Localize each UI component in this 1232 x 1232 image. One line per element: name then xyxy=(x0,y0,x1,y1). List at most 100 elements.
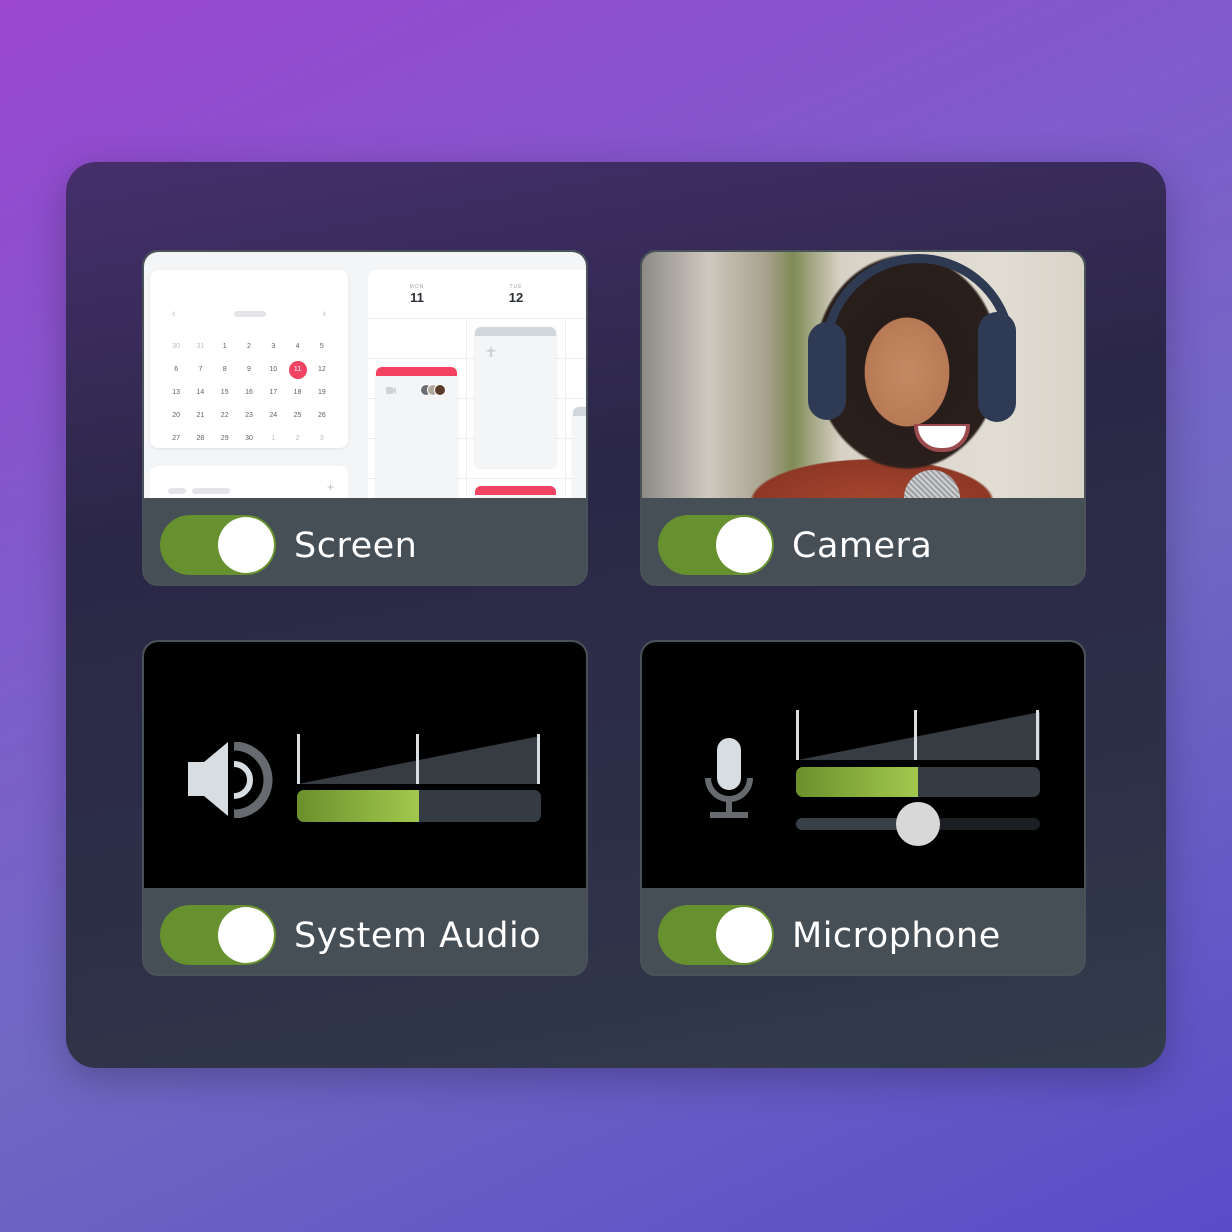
calendar-day[interactable]: 8 xyxy=(213,363,237,377)
smile xyxy=(914,424,970,452)
calendar-event[interactable] xyxy=(573,407,586,498)
calendar-day[interactable]: 10 xyxy=(261,363,285,377)
microphone-level-meter xyxy=(796,767,1040,797)
level-tick xyxy=(914,710,917,760)
toggle-knob[interactable] xyxy=(218,907,274,963)
toggle-knob[interactable] xyxy=(716,907,772,963)
calendar-day[interactable]: 5 xyxy=(310,340,334,354)
week-view: MON 11 TUE 12 xyxy=(368,270,586,498)
calendar-day[interactable]: 17 xyxy=(261,386,285,400)
calendar-day[interactable]: 26 xyxy=(310,409,334,423)
speaker-icon xyxy=(188,742,273,818)
slider-handle[interactable] xyxy=(896,802,940,846)
microphone-label: Microphone xyxy=(792,916,1001,956)
calendar-day[interactable]: 30 xyxy=(237,432,261,446)
headphone-cup xyxy=(978,312,1016,422)
camera-source-card: Camera xyxy=(640,250,1086,586)
calendar-grid: 30 31 1 2 3 4 5 6 7 8 9 10 11 12 13 14 15 16 17 18 19 20 21 22 2… xyxy=(164,340,334,446)
calendar-day[interactable]: 11 xyxy=(285,361,309,379)
calendar-day[interactable]: 21 xyxy=(188,409,212,423)
camera-toggle[interactable] xyxy=(658,515,774,575)
camera-feed-image xyxy=(642,252,1084,498)
screen-preview: ‹ › 30 31 1 2 3 4 5 6 7 8 9 10 11 12 13 14 15 16 17 18 19 20 2… xyxy=(144,252,586,498)
calendar-day[interactable]: 1 xyxy=(261,432,285,446)
calendar-day[interactable]: 3 xyxy=(310,432,334,446)
system-audio-toggle[interactable] xyxy=(160,905,276,965)
level-ramp xyxy=(798,712,1040,760)
placeholder-pill xyxy=(168,488,186,494)
calendar-day[interactable]: 12 xyxy=(310,363,334,377)
calendar-day[interactable]: 23 xyxy=(237,409,261,423)
microphone-footer: Microphone xyxy=(642,888,1084,974)
calendar-day[interactable]: 2 xyxy=(285,432,309,446)
microphone-toggle[interactable] xyxy=(658,905,774,965)
toggle-knob[interactable] xyxy=(716,517,772,573)
screen-label: Screen xyxy=(294,526,418,566)
calendar-day[interactable]: 13 xyxy=(164,386,188,400)
calendar-day[interactable]: 30 xyxy=(164,340,188,354)
calendar-day[interactable]: 1 xyxy=(213,340,237,354)
calendar-day[interactable]: 2 xyxy=(237,340,261,354)
calendar-day[interactable]: 4 xyxy=(285,340,309,354)
calendar-day[interactable]: 24 xyxy=(261,409,285,423)
microphone-icon xyxy=(705,738,753,818)
screen-toggle[interactable] xyxy=(160,515,276,575)
video-camera-icon xyxy=(386,387,396,394)
camera-preview xyxy=(642,252,1084,498)
level-tick xyxy=(1036,710,1039,760)
plus-icon[interactable]: + xyxy=(327,480,334,494)
calendar-event[interactable] xyxy=(475,486,556,498)
avatar xyxy=(434,384,446,396)
toggle-knob[interactable] xyxy=(218,517,274,573)
calendar-day[interactable]: 3 xyxy=(261,340,285,354)
microphone-source-card: Microphone xyxy=(640,640,1086,976)
headphone-cup xyxy=(808,322,846,420)
calendar-day[interactable]: 15 xyxy=(213,386,237,400)
grid-line xyxy=(565,318,566,498)
calendar-list-card: + xyxy=(150,466,348,498)
day-header-mon: MON 11 xyxy=(387,284,447,305)
calendar-day[interactable]: 16 xyxy=(237,386,261,400)
camera-footer: Camera xyxy=(642,498,1084,584)
level-tick xyxy=(297,734,300,784)
calendar-day[interactable]: 9 xyxy=(237,363,261,377)
next-month-icon[interactable]: › xyxy=(322,308,326,320)
calendar-day[interactable]: 29 xyxy=(213,432,237,446)
calendar-day[interactable]: 20 xyxy=(164,409,188,423)
calendar-day[interactable]: 22 xyxy=(213,409,237,423)
level-tick xyxy=(796,710,799,760)
airplane-icon xyxy=(485,345,497,357)
microphone-preview xyxy=(642,642,1084,888)
grid-line xyxy=(466,318,467,498)
calendar-day[interactable]: 18 xyxy=(285,386,309,400)
level-fill xyxy=(796,767,918,797)
day-date: 12 xyxy=(508,290,524,305)
calendar-event[interactable] xyxy=(376,367,457,498)
grid-line xyxy=(368,318,586,319)
calendar-day[interactable]: 7 xyxy=(188,363,212,377)
calendar-event[interactable] xyxy=(475,327,556,467)
calendar-day[interactable]: 6 xyxy=(164,363,188,377)
calendar-day[interactable]: 14 xyxy=(188,386,212,400)
calendar-day[interactable]: 25 xyxy=(285,409,309,423)
level-fill xyxy=(297,790,419,822)
level-ramp xyxy=(298,736,540,784)
podcast-mic xyxy=(904,470,960,498)
recording-sources-panel: ‹ › 30 31 1 2 3 4 5 6 7 8 9 10 11 12 13 14 15 16 17 18 19 20 2… xyxy=(66,162,1166,1068)
system-audio-footer: System Audio xyxy=(144,888,586,974)
calendar-day[interactable]: 28 xyxy=(188,432,212,446)
system-audio-preview xyxy=(144,642,586,888)
screen-source-card: ‹ › 30 31 1 2 3 4 5 6 7 8 9 10 11 12 13 14 15 16 17 18 19 20 2… xyxy=(142,250,588,586)
calendar-day[interactable]: 31 xyxy=(188,340,212,354)
level-tick xyxy=(416,734,419,784)
placeholder-pill xyxy=(192,488,230,494)
calendar-day[interactable]: 27 xyxy=(164,432,188,446)
month-title-placeholder xyxy=(234,311,266,317)
mini-calendar: ‹ › 30 31 1 2 3 4 5 6 7 8 9 10 11 12 13 14 15 16 17 18 19 20 2… xyxy=(150,270,348,448)
level-tick xyxy=(537,734,540,784)
calendar-day[interactable]: 19 xyxy=(310,386,334,400)
system-audio-source-card: System Audio xyxy=(142,640,588,976)
day-date: 11 xyxy=(410,290,424,305)
camera-label: Camera xyxy=(792,526,933,566)
prev-month-icon[interactable]: ‹ xyxy=(172,308,176,320)
